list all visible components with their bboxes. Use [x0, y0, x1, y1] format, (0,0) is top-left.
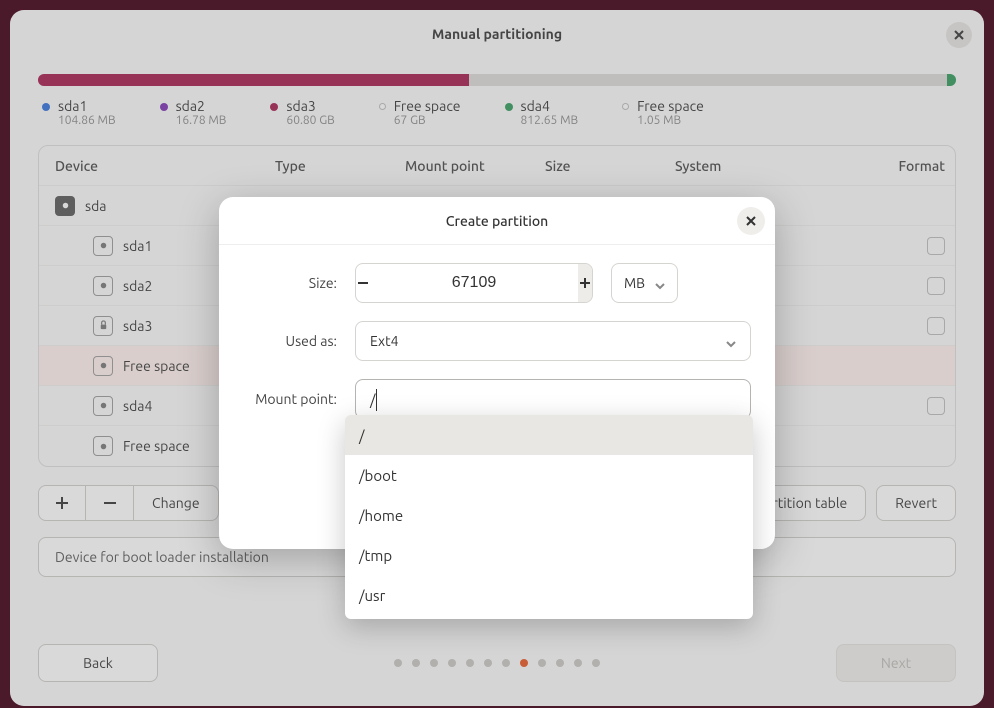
dropdown-option[interactable]: /tmp	[345, 535, 753, 575]
size-stepper	[355, 263, 593, 303]
dialog-close-button[interactable]	[737, 207, 765, 235]
dialog-title: Create partition	[446, 213, 548, 229]
dropdown-option[interactable]: /	[345, 415, 753, 455]
dropdown-option[interactable]: /boot	[345, 455, 753, 495]
size-input[interactable]	[371, 264, 578, 302]
minus-icon	[356, 276, 370, 290]
text-caret	[376, 389, 377, 411]
mount-point-input[interactable]: /	[355, 379, 751, 419]
size-increment-button[interactable]	[578, 264, 593, 302]
close-icon	[745, 215, 757, 227]
chevron-down-icon	[655, 278, 665, 288]
chevron-down-icon	[726, 336, 736, 346]
dropdown-option[interactable]: /usr	[345, 575, 753, 615]
size-unit-value: MB	[624, 275, 645, 291]
used-as-label: Used as:	[243, 333, 337, 349]
mount-point-row: Mount point: /	[243, 379, 751, 419]
dialog-header: Create partition	[219, 197, 775, 245]
size-row: Size: MB	[243, 263, 751, 303]
plus-icon	[578, 276, 592, 290]
size-label: Size:	[243, 275, 337, 291]
mount-point-label: Mount point:	[243, 391, 337, 407]
used-as-row: Used as: Ext4	[243, 321, 751, 361]
mount-point-value: /	[370, 391, 376, 408]
dropdown-option[interactable]: /home	[345, 495, 753, 535]
used-as-value: Ext4	[370, 333, 398, 349]
size-unit-select[interactable]: MB	[611, 263, 678, 303]
size-decrement-button[interactable]	[356, 264, 371, 302]
used-as-select[interactable]: Ext4	[355, 321, 751, 361]
mount-point-dropdown[interactable]: //boot/home/tmp/usr	[345, 415, 753, 619]
